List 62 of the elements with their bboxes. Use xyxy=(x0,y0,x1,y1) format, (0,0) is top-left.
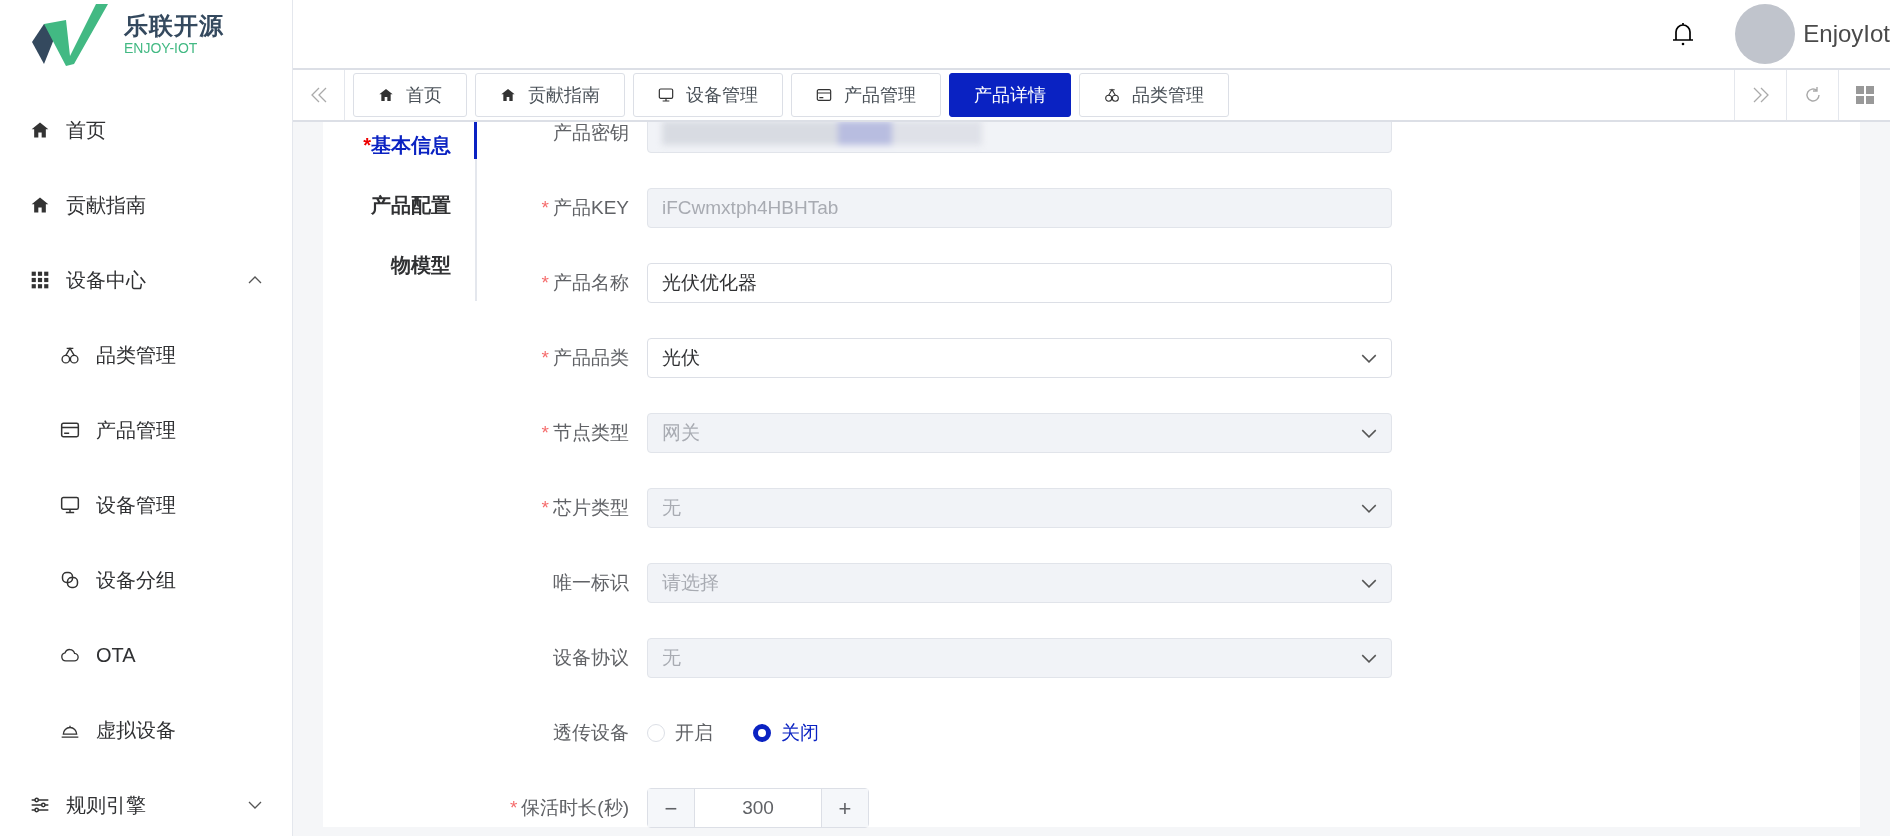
field-label: 透传设备 xyxy=(552,720,630,745)
sidebar-item[interactable]: 品类管理 xyxy=(0,317,292,392)
page-tab[interactable]: 品类管理 xyxy=(1079,73,1229,117)
field-label: 设备协议 xyxy=(552,645,630,670)
cherries-icon xyxy=(1104,87,1120,103)
select-field: 无 xyxy=(647,488,1392,528)
sidebar-item[interactable]: 设备管理 xyxy=(0,467,292,542)
field-label: * 产品KEY xyxy=(540,195,630,220)
select-field: 无 xyxy=(647,638,1392,678)
sidebar-item[interactable]: 首页 xyxy=(0,92,292,167)
sidebar-item[interactable]: 贡献指南 xyxy=(0,167,292,242)
field-label: * 保活时长(秒) xyxy=(508,795,630,820)
sidebar-item[interactable]: 规则引擎 xyxy=(0,767,292,836)
page-tab[interactable]: 产品详情 xyxy=(949,73,1071,117)
field-label: * 节点类型 xyxy=(540,420,630,445)
logo-subtitle: ENJOY-IOT xyxy=(124,39,199,57)
grid-icon xyxy=(1855,86,1874,104)
sidebar-item[interactable]: OTA xyxy=(0,617,292,692)
select-field[interactable]: 光伏 xyxy=(647,338,1392,378)
input-field[interactable]: 光伏优化器 xyxy=(647,263,1392,303)
bell-icon[interactable] xyxy=(1671,21,1696,47)
sidebar-item[interactable]: 虚拟设备 xyxy=(0,692,292,767)
decrement-button[interactable]: − xyxy=(648,789,695,827)
radio-option[interactable]: 关闭 xyxy=(753,718,819,748)
monitor-icon xyxy=(658,87,674,103)
sidebar-item[interactable]: 设备分组 xyxy=(0,542,292,617)
chevron-icon xyxy=(1361,653,1377,663)
section-tab[interactable]: 物模型 xyxy=(323,235,475,295)
field-label: * 产品名称 xyxy=(540,270,630,295)
monitor-icon xyxy=(60,494,80,515)
grid-icon xyxy=(30,269,50,290)
user-name[interactable]: EnjoyIot xyxy=(1803,16,1890,52)
select-field: 请选择 xyxy=(647,563,1392,603)
logo-icon xyxy=(30,4,108,66)
double-chevron-left-icon xyxy=(309,87,328,103)
chevron-icon xyxy=(1361,578,1377,588)
number-field[interactable]: − 300 + xyxy=(647,788,869,828)
home-icon xyxy=(500,87,516,103)
field-label: * 芯片类型 xyxy=(540,495,630,520)
sidebar-item[interactable]: 设备中心 xyxy=(0,242,292,317)
home-icon xyxy=(378,87,394,103)
refresh-icon xyxy=(1803,86,1822,104)
section-tab[interactable]: 产品配置 xyxy=(323,175,475,235)
page-tab[interactable]: 设备管理 xyxy=(633,73,783,117)
double-chevron-right-icon xyxy=(1751,87,1770,103)
select-field: 网关 xyxy=(647,413,1392,453)
logo-title: 乐联开源 xyxy=(124,13,224,40)
field-label: 产品密钥 xyxy=(552,122,630,145)
chevron-icon xyxy=(1361,353,1377,363)
page-tab[interactable]: 产品管理 xyxy=(791,73,941,117)
page-tab[interactable]: 贡献指南 xyxy=(475,73,625,117)
sidebar-item[interactable]: 产品管理 xyxy=(0,392,292,467)
radio-option[interactable]: 开启 xyxy=(647,718,713,748)
chevron-icon xyxy=(1361,428,1377,438)
field-label: * 产品品类 xyxy=(540,345,630,370)
chevron-icon xyxy=(1361,503,1377,513)
input-field: iFCwmxtph4HBHTab xyxy=(647,188,1392,228)
link-icon xyxy=(60,569,80,590)
increment-button[interactable]: + xyxy=(821,789,868,827)
page-tab[interactable]: 首页 xyxy=(353,73,467,117)
card-icon xyxy=(816,87,832,103)
field-label: 唯一标识 xyxy=(552,570,630,595)
